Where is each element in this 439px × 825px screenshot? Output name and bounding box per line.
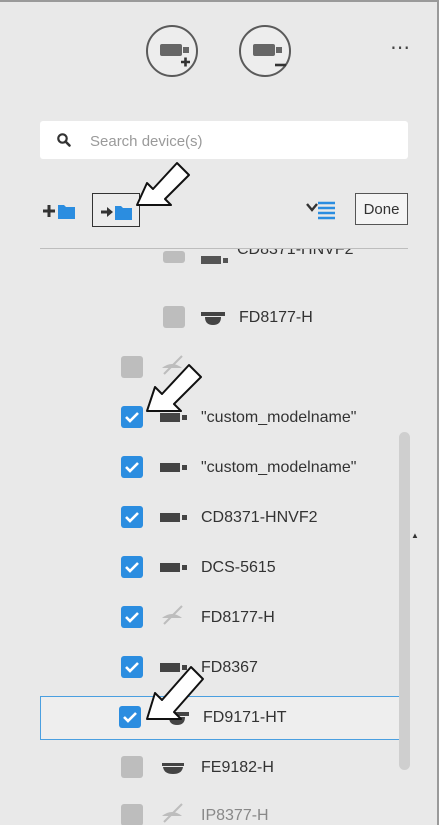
list-item[interactable]: CD8371-HNVF2 (0, 496, 437, 540)
camera-plus-icon (160, 44, 190, 67)
add-camera-button[interactable] (146, 25, 198, 77)
checkbox[interactable] (121, 356, 143, 378)
list-item[interactable]: "custom_modelname" (0, 396, 437, 440)
checkmark-icon (125, 412, 139, 423)
checkmark-icon (125, 612, 139, 623)
bullet-camera-icon (160, 413, 187, 422)
checkbox[interactable] (163, 306, 185, 328)
checkmark-icon (125, 462, 139, 473)
bullet-camera-icon (201, 256, 228, 264)
bullet-camera-icon (160, 513, 187, 522)
device-label: FD8367 (201, 659, 258, 676)
list-item[interactable]: "custom_modelname" (0, 446, 437, 490)
list-item[interactable]: FD8177-H (0, 596, 437, 640)
device-label: CD8371-HNVF2 (237, 249, 354, 258)
scrollbar-thumb[interactable] (399, 432, 410, 770)
more-options-button[interactable]: ⋯ (390, 35, 411, 60)
list-item[interactable]: IP8377-H (0, 794, 437, 825)
device-label: FD8177-H (239, 309, 313, 326)
list-item[interactable]: FD8367 (0, 646, 437, 690)
list-item[interactable]: DCS-5615 (0, 546, 437, 590)
checkmark-icon (123, 712, 137, 723)
device-list[interactable]: CD8371-HNVF2 FD8177-H "custom_modelname" (0, 249, 437, 825)
checkbox[interactable] (121, 756, 143, 778)
bullet-camera-icon (160, 563, 187, 572)
list-item-selected[interactable]: FD9171-HT (40, 696, 406, 740)
checkbox[interactable] (121, 556, 143, 578)
camera-minus-icon (253, 44, 286, 67)
checkbox[interactable] (121, 506, 143, 528)
device-label: "custom_modelname" (201, 459, 357, 476)
checkmark-icon (125, 662, 139, 673)
import-folder-icon (101, 206, 132, 220)
fisheye-camera-icon (162, 763, 184, 774)
dome-camera-icon (165, 712, 189, 725)
checkbox[interactable] (163, 251, 185, 263)
checkbox[interactable] (121, 804, 143, 825)
fisheye-disconnected-icon (162, 355, 183, 375)
checkbox[interactable] (119, 706, 141, 728)
checkbox[interactable] (121, 456, 143, 478)
import-button[interactable] (92, 193, 140, 227)
checkmark-icon (125, 562, 139, 573)
device-label: FD8177-H (201, 609, 275, 626)
remove-camera-button[interactable] (239, 25, 291, 77)
checkbox[interactable] (121, 606, 143, 628)
checkbox[interactable] (121, 406, 143, 428)
fisheye-disconnected-icon (162, 605, 183, 625)
fisheye-disconnected-icon (162, 803, 183, 823)
search-icon (57, 133, 71, 147)
device-label: IP8377-H (201, 807, 269, 824)
scroll-up-indicator[interactable]: ▲ (411, 531, 419, 540)
bullet-camera-icon (160, 463, 187, 472)
search-input[interactable] (88, 129, 392, 153)
device-label: DCS-5615 (201, 559, 276, 576)
done-button[interactable]: Done (355, 193, 408, 225)
list-item[interactable]: CD8371-HNVF2 (0, 249, 437, 293)
window-top-border (0, 0, 439, 2)
dome-camera-icon (201, 312, 225, 325)
device-label: CD8371-HNVF2 (201, 509, 318, 526)
search-box[interactable] (40, 121, 408, 159)
add-folder-button[interactable] (41, 199, 77, 223)
checkmark-icon (125, 512, 139, 523)
device-label: FE9182-H (201, 759, 274, 776)
list-item[interactable]: FE9182-H (0, 746, 437, 790)
device-label: "custom_modelname" (201, 409, 357, 426)
list-item[interactable] (0, 346, 437, 390)
checkbox[interactable] (121, 656, 143, 678)
collapse-list-button[interactable] (305, 198, 337, 222)
list-item[interactable]: FD8177-H (0, 296, 437, 340)
bullet-camera-icon (160, 663, 187, 672)
device-label: FD9171-HT (203, 709, 287, 726)
